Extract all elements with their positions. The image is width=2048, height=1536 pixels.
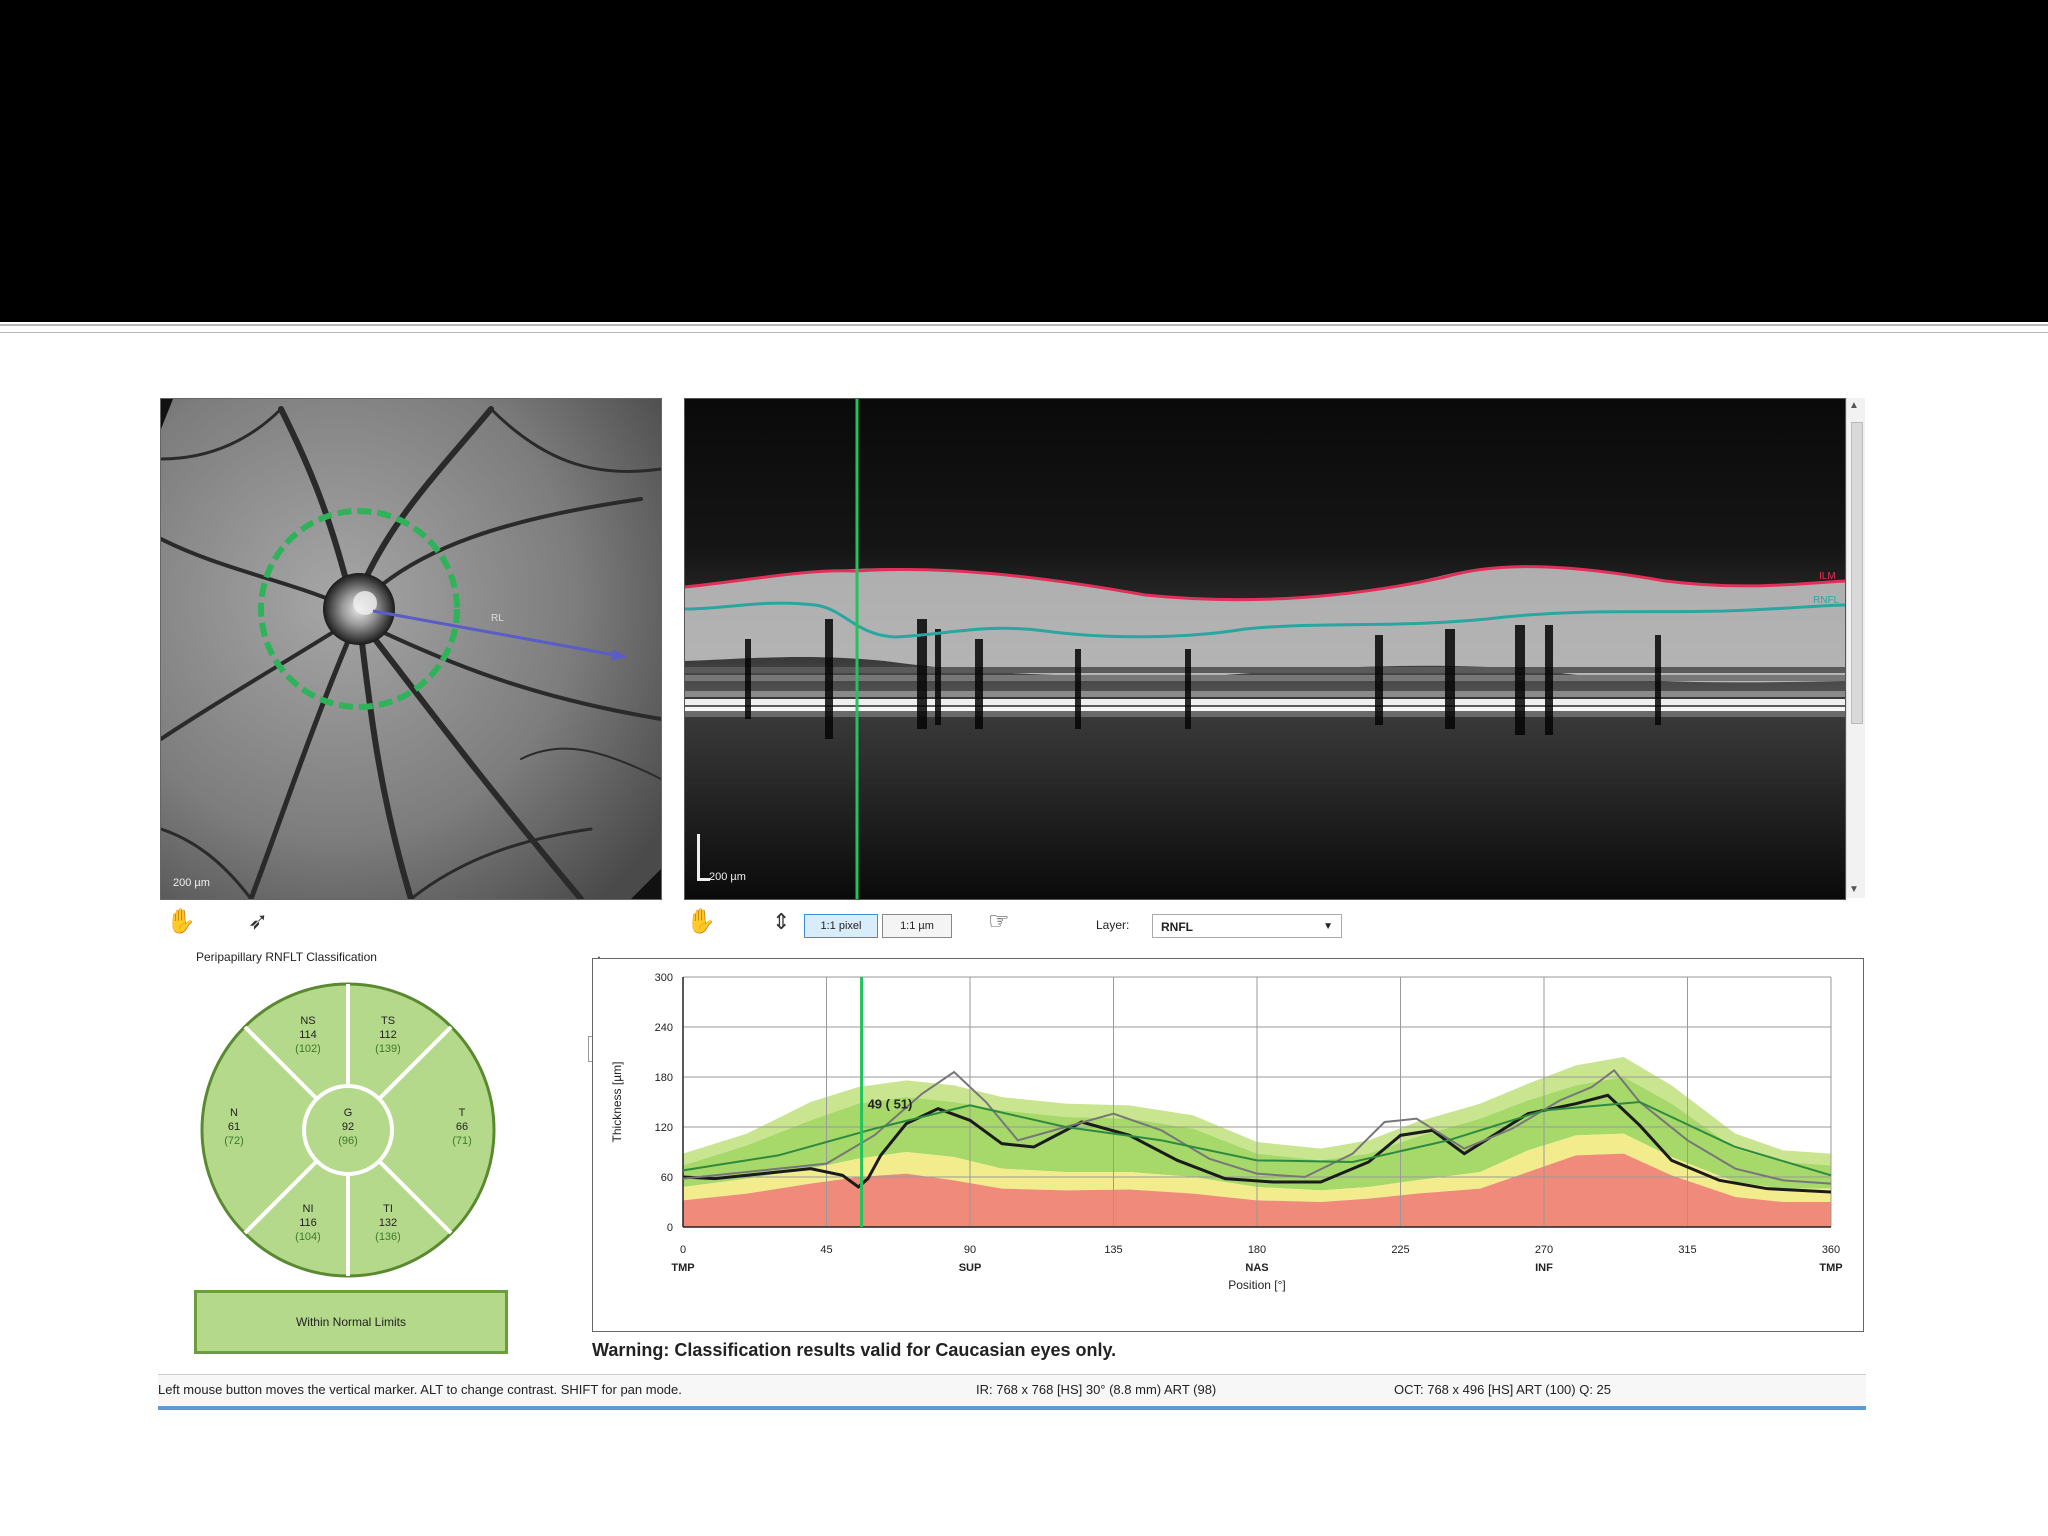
classification-result-box: Within Normal Limits: [194, 1290, 508, 1354]
oct-bscan-panel[interactable]: ILM RNFL 200 µm: [684, 398, 1846, 900]
classification-title: Peripapillary RNFLT Classification: [196, 950, 377, 964]
oct-bscan-image: ILM RNFL: [685, 399, 1845, 899]
classification-warning: Warning: Classification results valid fo…: [592, 1340, 1117, 1360]
window-bottom-border: [158, 1406, 1866, 1410]
y-tick-label-180: 180: [655, 1072, 673, 1084]
fundus-image: RL: [161, 399, 661, 899]
sector-ti-name: TI: [383, 1203, 393, 1215]
hand-icon[interactable]: ✋: [166, 910, 196, 934]
sector-g-name: G: [344, 1107, 353, 1119]
sector-ts-value: 112: [379, 1029, 397, 1041]
x-tick-label-90: 90: [964, 1244, 976, 1256]
slide-rule-thick: [0, 324, 2048, 326]
pan-icon[interactable]: ✋: [686, 910, 716, 934]
x-tick-label-0: 0: [680, 1244, 686, 1256]
fundus-image-panel[interactable]: RL 200 µm: [160, 398, 662, 900]
toolbar: ✋ ➶ ✋ ⇕ 1:1 pixel 1:1 µm ☞ Layer: RNFL ▼: [158, 902, 1866, 944]
sector-ni-value: 116: [299, 1217, 317, 1229]
slide-rule-thin: [0, 332, 2048, 333]
sector-ns-name: NS: [300, 1015, 315, 1027]
layer-select[interactable]: RNFL ▼: [1152, 914, 1342, 938]
oct-vertical-scrollbar[interactable]: ▲ ▼: [1846, 398, 1865, 898]
scale-1to1-pixel-button[interactable]: 1:1 pixel: [804, 914, 878, 938]
pointer-icon[interactable]: ➶: [248, 910, 268, 934]
sector-n-normal: (72): [224, 1135, 244, 1147]
scroll-up-icon[interactable]: ▲: [1849, 400, 1859, 412]
y-axis-title: Thickness [µm]: [610, 1062, 624, 1143]
sector-t-normal: (71): [452, 1135, 472, 1147]
y-tick-label-0: 0: [667, 1222, 673, 1234]
sector-ns-value: 114: [299, 1029, 317, 1041]
fundus-scale-label: 200 µm: [173, 877, 210, 889]
x-tick-label-225: 225: [1391, 1244, 1409, 1256]
cursor-icon[interactable]: ☞: [988, 910, 1010, 934]
sector-axis-label-4: TMP: [1819, 1262, 1842, 1274]
scroll-down-icon[interactable]: ▼: [1849, 884, 1859, 896]
thickness-profile-chart[interactable]: 0 60 120 180 240 300 0 45 90 135 180 225 270 315 360 TM…: [592, 958, 1864, 1332]
thickness-chart-svg: 0 60 120 180 240 300 0 45 90 135 180 225 270 315 360 TM…: [610, 972, 1843, 1292]
sector-axis-label-0: TMP: [671, 1262, 694, 1274]
sector-axis-label-3: INF: [1535, 1262, 1553, 1274]
scan-label: RL: [491, 613, 504, 624]
y-tick-label-60: 60: [661, 1172, 673, 1184]
chart-marker-label: 49 ( 51): [868, 1097, 913, 1112]
oct-scale-label: 200 µm: [709, 871, 746, 883]
sector-ti-normal: (136): [375, 1231, 401, 1243]
x-tick-label-45: 45: [820, 1244, 832, 1256]
status-hint: Left mouse button moves the vertical mar…: [158, 1382, 682, 1397]
sector-ni-name: NI: [303, 1203, 314, 1215]
sector-ts-normal: (139): [375, 1043, 401, 1055]
scale-1to1-um-button[interactable]: 1:1 µm: [882, 914, 952, 938]
y-tick-label-300: 300: [655, 972, 673, 984]
scrollbar-thumb[interactable]: [1851, 422, 1863, 724]
ilm-label: ILM: [1819, 571, 1836, 582]
sector-ni-normal: (104): [295, 1231, 321, 1243]
x-tick-label-360: 360: [1822, 1244, 1840, 1256]
sector-ts-name: TS: [381, 1015, 395, 1027]
sector-t-name: T: [459, 1107, 466, 1119]
sector-axis-label-1: SUP: [959, 1262, 982, 1274]
x-tick-label-315: 315: [1678, 1244, 1696, 1256]
sector-axis-label-2: NAS: [1245, 1262, 1268, 1274]
y-tick-label-240: 240: [655, 1022, 673, 1034]
status-oct-info: OCT: 768 x 496 [HS] ART (100) Q: 25: [1394, 1382, 1612, 1397]
sector-n-value: 61: [228, 1121, 240, 1133]
slide-title-band: [0, 0, 2048, 322]
sector-n-name: N: [230, 1107, 238, 1119]
status-bar: Left mouse button moves the vertical mar…: [158, 1374, 1866, 1405]
layer-label: Layer:: [1096, 918, 1130, 932]
rnfl-label: RNFL: [1813, 595, 1840, 606]
sector-g-normal: (96): [338, 1135, 358, 1147]
x-axis-title: Position [°]: [1228, 1278, 1286, 1292]
layer-select-value: RNFL: [1161, 920, 1193, 934]
height-icon[interactable]: ⇕: [772, 910, 790, 934]
oct-application-window: RL 200 µm ILM RNFL 200 µm ▲ ▼ ✋ ➶ ✋ ⇕ 1:…: [158, 380, 1866, 1412]
x-tick-label-180: 180: [1248, 1244, 1266, 1256]
status-ir-info: IR: 768 x 768 [HS] 30° (8.8 mm) ART (98): [976, 1382, 1217, 1397]
chevron-down-icon: ▼: [1323, 921, 1333, 932]
x-tick-label-270: 270: [1535, 1244, 1553, 1256]
sector-ti-value: 132: [379, 1217, 397, 1229]
sector-t-value: 66: [456, 1121, 468, 1133]
sector-ns-normal: (102): [295, 1043, 321, 1055]
classification-pie-chart: NS 114 (102) TS 112 (139) N 61 (72) G 92…: [200, 982, 496, 1278]
sector-g-value: 92: [342, 1121, 354, 1133]
y-tick-label-120: 120: [655, 1122, 673, 1134]
x-tick-label-135: 135: [1104, 1244, 1122, 1256]
